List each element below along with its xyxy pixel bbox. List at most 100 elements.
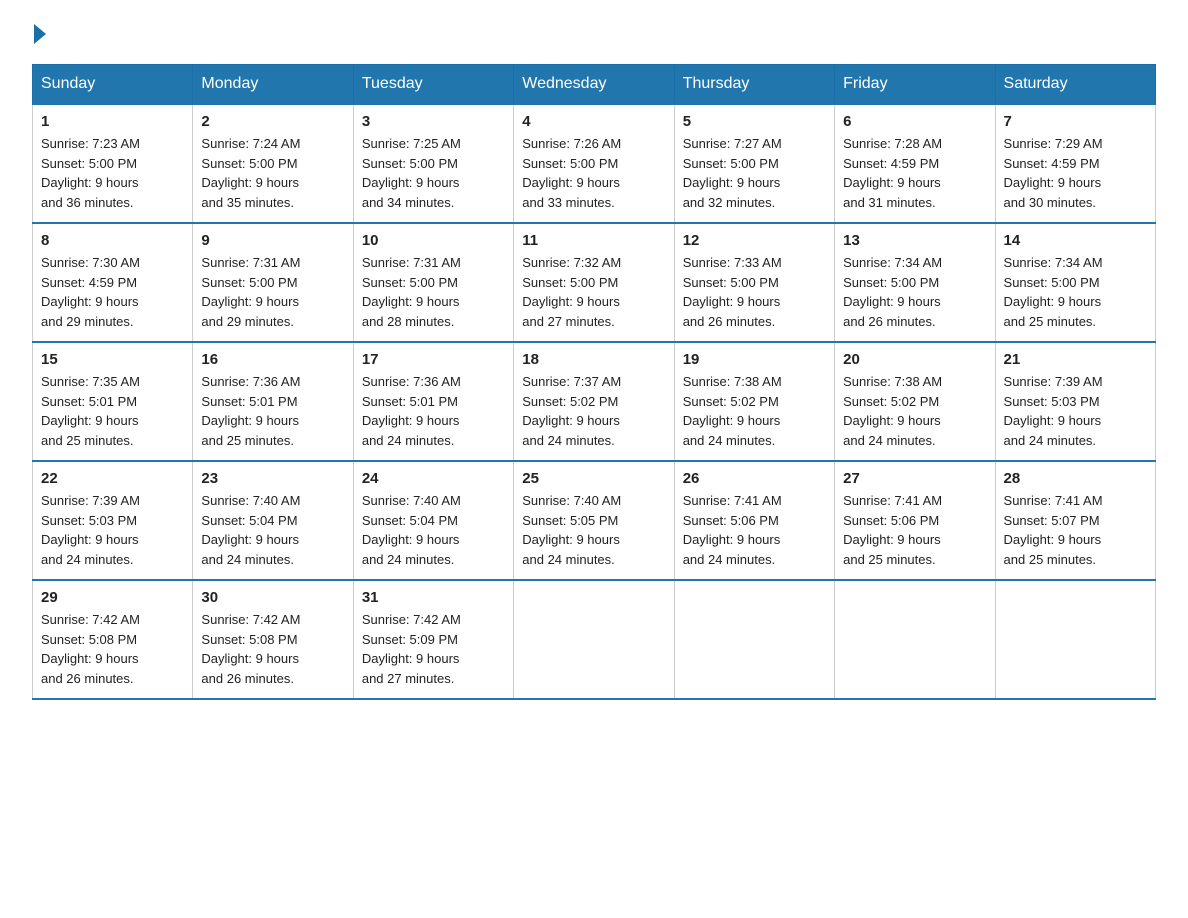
- day-number: 13: [843, 232, 986, 249]
- logo: [32, 24, 48, 44]
- day-info: Sunrise: 7:39 AMSunset: 5:03 PMDaylight:…: [1004, 372, 1147, 450]
- day-info: Sunrise: 7:32 AMSunset: 5:00 PMDaylight:…: [522, 253, 665, 331]
- day-info: Sunrise: 7:33 AMSunset: 5:00 PMDaylight:…: [683, 253, 826, 331]
- day-number: 5: [683, 113, 826, 130]
- header-wednesday: Wednesday: [514, 65, 674, 105]
- day-info: Sunrise: 7:29 AMSunset: 4:59 PMDaylight:…: [1004, 134, 1147, 212]
- calendar-cell: 11 Sunrise: 7:32 AMSunset: 5:00 PMDayligh…: [514, 223, 674, 342]
- day-info: Sunrise: 7:40 AMSunset: 5:04 PMDaylight:…: [362, 491, 505, 569]
- calendar-cell: 18 Sunrise: 7:37 AMSunset: 5:02 PMDayligh…: [514, 342, 674, 461]
- day-number: 28: [1004, 470, 1147, 487]
- day-info: Sunrise: 7:38 AMSunset: 5:02 PMDaylight:…: [843, 372, 986, 450]
- calendar-cell: 30 Sunrise: 7:42 AMSunset: 5:08 PMDayligh…: [193, 580, 353, 699]
- day-number: 26: [683, 470, 826, 487]
- calendar-cell: 17 Sunrise: 7:36 AMSunset: 5:01 PMDayligh…: [353, 342, 513, 461]
- day-info: Sunrise: 7:41 AMSunset: 5:06 PMDaylight:…: [683, 491, 826, 569]
- calendar-cell: 16Sunrise: 7:36 AMSunset: 5:01 PMDayligh…: [193, 342, 353, 461]
- calendar-cell: 9 Sunrise: 7:31 AMSunset: 5:00 PMDaylight…: [193, 223, 353, 342]
- day-info: Sunrise: 7:42 AMSunset: 5:08 PMDaylight:…: [41, 610, 184, 688]
- calendar-cell: 14 Sunrise: 7:34 AMSunset: 5:00 PMDayligh…: [995, 223, 1155, 342]
- day-number: 11: [522, 232, 665, 249]
- calendar-cell: 6 Sunrise: 7:28 AMSunset: 4:59 PMDaylight…: [835, 104, 995, 223]
- calendar-cell: 3 Sunrise: 7:25 AMSunset: 5:00 PMDaylight…: [353, 104, 513, 223]
- day-info: Sunrise: 7:40 AMSunset: 5:04 PMDaylight:…: [201, 491, 344, 569]
- calendar-cell: 27 Sunrise: 7:41 AMSunset: 5:06 PMDayligh…: [835, 461, 995, 580]
- day-number: 6: [843, 113, 986, 130]
- calendar-cell: 21 Sunrise: 7:39 AMSunset: 5:03 PMDayligh…: [995, 342, 1155, 461]
- day-number: 19: [683, 351, 826, 368]
- day-info: Sunrise: 7:24 AMSunset: 5:00 PMDaylight:…: [201, 134, 344, 212]
- calendar-cell: 2 Sunrise: 7:24 AMSunset: 5:00 PMDaylight…: [193, 104, 353, 223]
- day-number: 23: [201, 470, 344, 487]
- day-info: Sunrise: 7:27 AMSunset: 5:00 PMDaylight:…: [683, 134, 826, 212]
- day-number: 7: [1004, 113, 1147, 130]
- calendar-week-2: 8 Sunrise: 7:30 AMSunset: 4:59 PMDaylight…: [33, 223, 1156, 342]
- day-info: Sunrise: 7:31 AMSunset: 5:00 PMDaylight:…: [362, 253, 505, 331]
- header-saturday: Saturday: [995, 65, 1155, 105]
- calendar-cell: 13 Sunrise: 7:34 AMSunset: 5:00 PMDayligh…: [835, 223, 995, 342]
- logo-arrow-icon: [34, 24, 46, 44]
- calendar-cell: [514, 580, 674, 699]
- day-number: 17: [362, 351, 505, 368]
- day-info: Sunrise: 7:25 AMSunset: 5:00 PMDaylight:…: [362, 134, 505, 212]
- day-number: 10: [362, 232, 505, 249]
- calendar-header-row: SundayMondayTuesdayWednesdayThursdayFrid…: [33, 65, 1156, 105]
- day-info: Sunrise: 7:34 AMSunset: 5:00 PMDaylight:…: [843, 253, 986, 331]
- day-info: Sunrise: 7:26 AMSunset: 5:00 PMDaylight:…: [522, 134, 665, 212]
- calendar-cell: 8 Sunrise: 7:30 AMSunset: 4:59 PMDaylight…: [33, 223, 193, 342]
- day-number: 31: [362, 589, 505, 606]
- calendar-week-3: 15Sunrise: 7:35 AMSunset: 5:01 PMDayligh…: [33, 342, 1156, 461]
- day-number: 8: [41, 232, 184, 249]
- calendar-cell: [674, 580, 834, 699]
- day-number: 9: [201, 232, 344, 249]
- calendar-cell: 1Sunrise: 7:23 AMSunset: 5:00 PMDaylight…: [33, 104, 193, 223]
- calendar-week-4: 22 Sunrise: 7:39 AMSunset: 5:03 PMDayligh…: [33, 461, 1156, 580]
- page-header: [32, 24, 1156, 44]
- calendar-cell: 7 Sunrise: 7:29 AMSunset: 4:59 PMDaylight…: [995, 104, 1155, 223]
- day-info: Sunrise: 7:36 AMSunset: 5:01 PMDaylight:…: [362, 372, 505, 450]
- header-thursday: Thursday: [674, 65, 834, 105]
- calendar-cell: 29 Sunrise: 7:42 AMSunset: 5:08 PMDayligh…: [33, 580, 193, 699]
- day-number: 30: [201, 589, 344, 606]
- calendar-cell: 25 Sunrise: 7:40 AMSunset: 5:05 PMDayligh…: [514, 461, 674, 580]
- day-info: Sunrise: 7:39 AMSunset: 5:03 PMDaylight:…: [41, 491, 184, 569]
- day-info: Sunrise: 7:38 AMSunset: 5:02 PMDaylight:…: [683, 372, 826, 450]
- day-info: Sunrise: 7:41 AMSunset: 5:07 PMDaylight:…: [1004, 491, 1147, 569]
- day-info: Sunrise: 7:41 AMSunset: 5:06 PMDaylight:…: [843, 491, 986, 569]
- calendar-table: SundayMondayTuesdayWednesdayThursdayFrid…: [32, 64, 1156, 700]
- calendar-cell: 24Sunrise: 7:40 AMSunset: 5:04 PMDayligh…: [353, 461, 513, 580]
- calendar-cell: 23 Sunrise: 7:40 AMSunset: 5:04 PMDayligh…: [193, 461, 353, 580]
- day-info: Sunrise: 7:31 AMSunset: 5:00 PMDaylight:…: [201, 253, 344, 331]
- day-info: Sunrise: 7:42 AMSunset: 5:08 PMDaylight:…: [201, 610, 344, 688]
- day-number: 15: [41, 351, 184, 368]
- day-info: Sunrise: 7:37 AMSunset: 5:02 PMDaylight:…: [522, 372, 665, 450]
- day-number: 22: [41, 470, 184, 487]
- calendar-week-1: 1Sunrise: 7:23 AMSunset: 5:00 PMDaylight…: [33, 104, 1156, 223]
- day-number: 3: [362, 113, 505, 130]
- day-number: 20: [843, 351, 986, 368]
- header-sunday: Sunday: [33, 65, 193, 105]
- day-info: Sunrise: 7:23 AMSunset: 5:00 PMDaylight:…: [41, 134, 184, 212]
- day-info: Sunrise: 7:30 AMSunset: 4:59 PMDaylight:…: [41, 253, 184, 331]
- day-number: 16: [201, 351, 344, 368]
- day-number: 12: [683, 232, 826, 249]
- day-info: Sunrise: 7:28 AMSunset: 4:59 PMDaylight:…: [843, 134, 986, 212]
- day-number: 2: [201, 113, 344, 130]
- header-friday: Friday: [835, 65, 995, 105]
- calendar-cell: [995, 580, 1155, 699]
- calendar-week-5: 29 Sunrise: 7:42 AMSunset: 5:08 PMDayligh…: [33, 580, 1156, 699]
- day-number: 18: [522, 351, 665, 368]
- day-info: Sunrise: 7:42 AMSunset: 5:09 PMDaylight:…: [362, 610, 505, 688]
- day-info: Sunrise: 7:34 AMSunset: 5:00 PMDaylight:…: [1004, 253, 1147, 331]
- calendar-cell: 4Sunrise: 7:26 AMSunset: 5:00 PMDaylight…: [514, 104, 674, 223]
- day-info: Sunrise: 7:40 AMSunset: 5:05 PMDaylight:…: [522, 491, 665, 569]
- header-monday: Monday: [193, 65, 353, 105]
- day-number: 21: [1004, 351, 1147, 368]
- day-number: 14: [1004, 232, 1147, 249]
- calendar-cell: 26 Sunrise: 7:41 AMSunset: 5:06 PMDayligh…: [674, 461, 834, 580]
- day-number: 25: [522, 470, 665, 487]
- calendar-cell: 5 Sunrise: 7:27 AMSunset: 5:00 PMDaylight…: [674, 104, 834, 223]
- day-number: 29: [41, 589, 184, 606]
- day-number: 27: [843, 470, 986, 487]
- header-tuesday: Tuesday: [353, 65, 513, 105]
